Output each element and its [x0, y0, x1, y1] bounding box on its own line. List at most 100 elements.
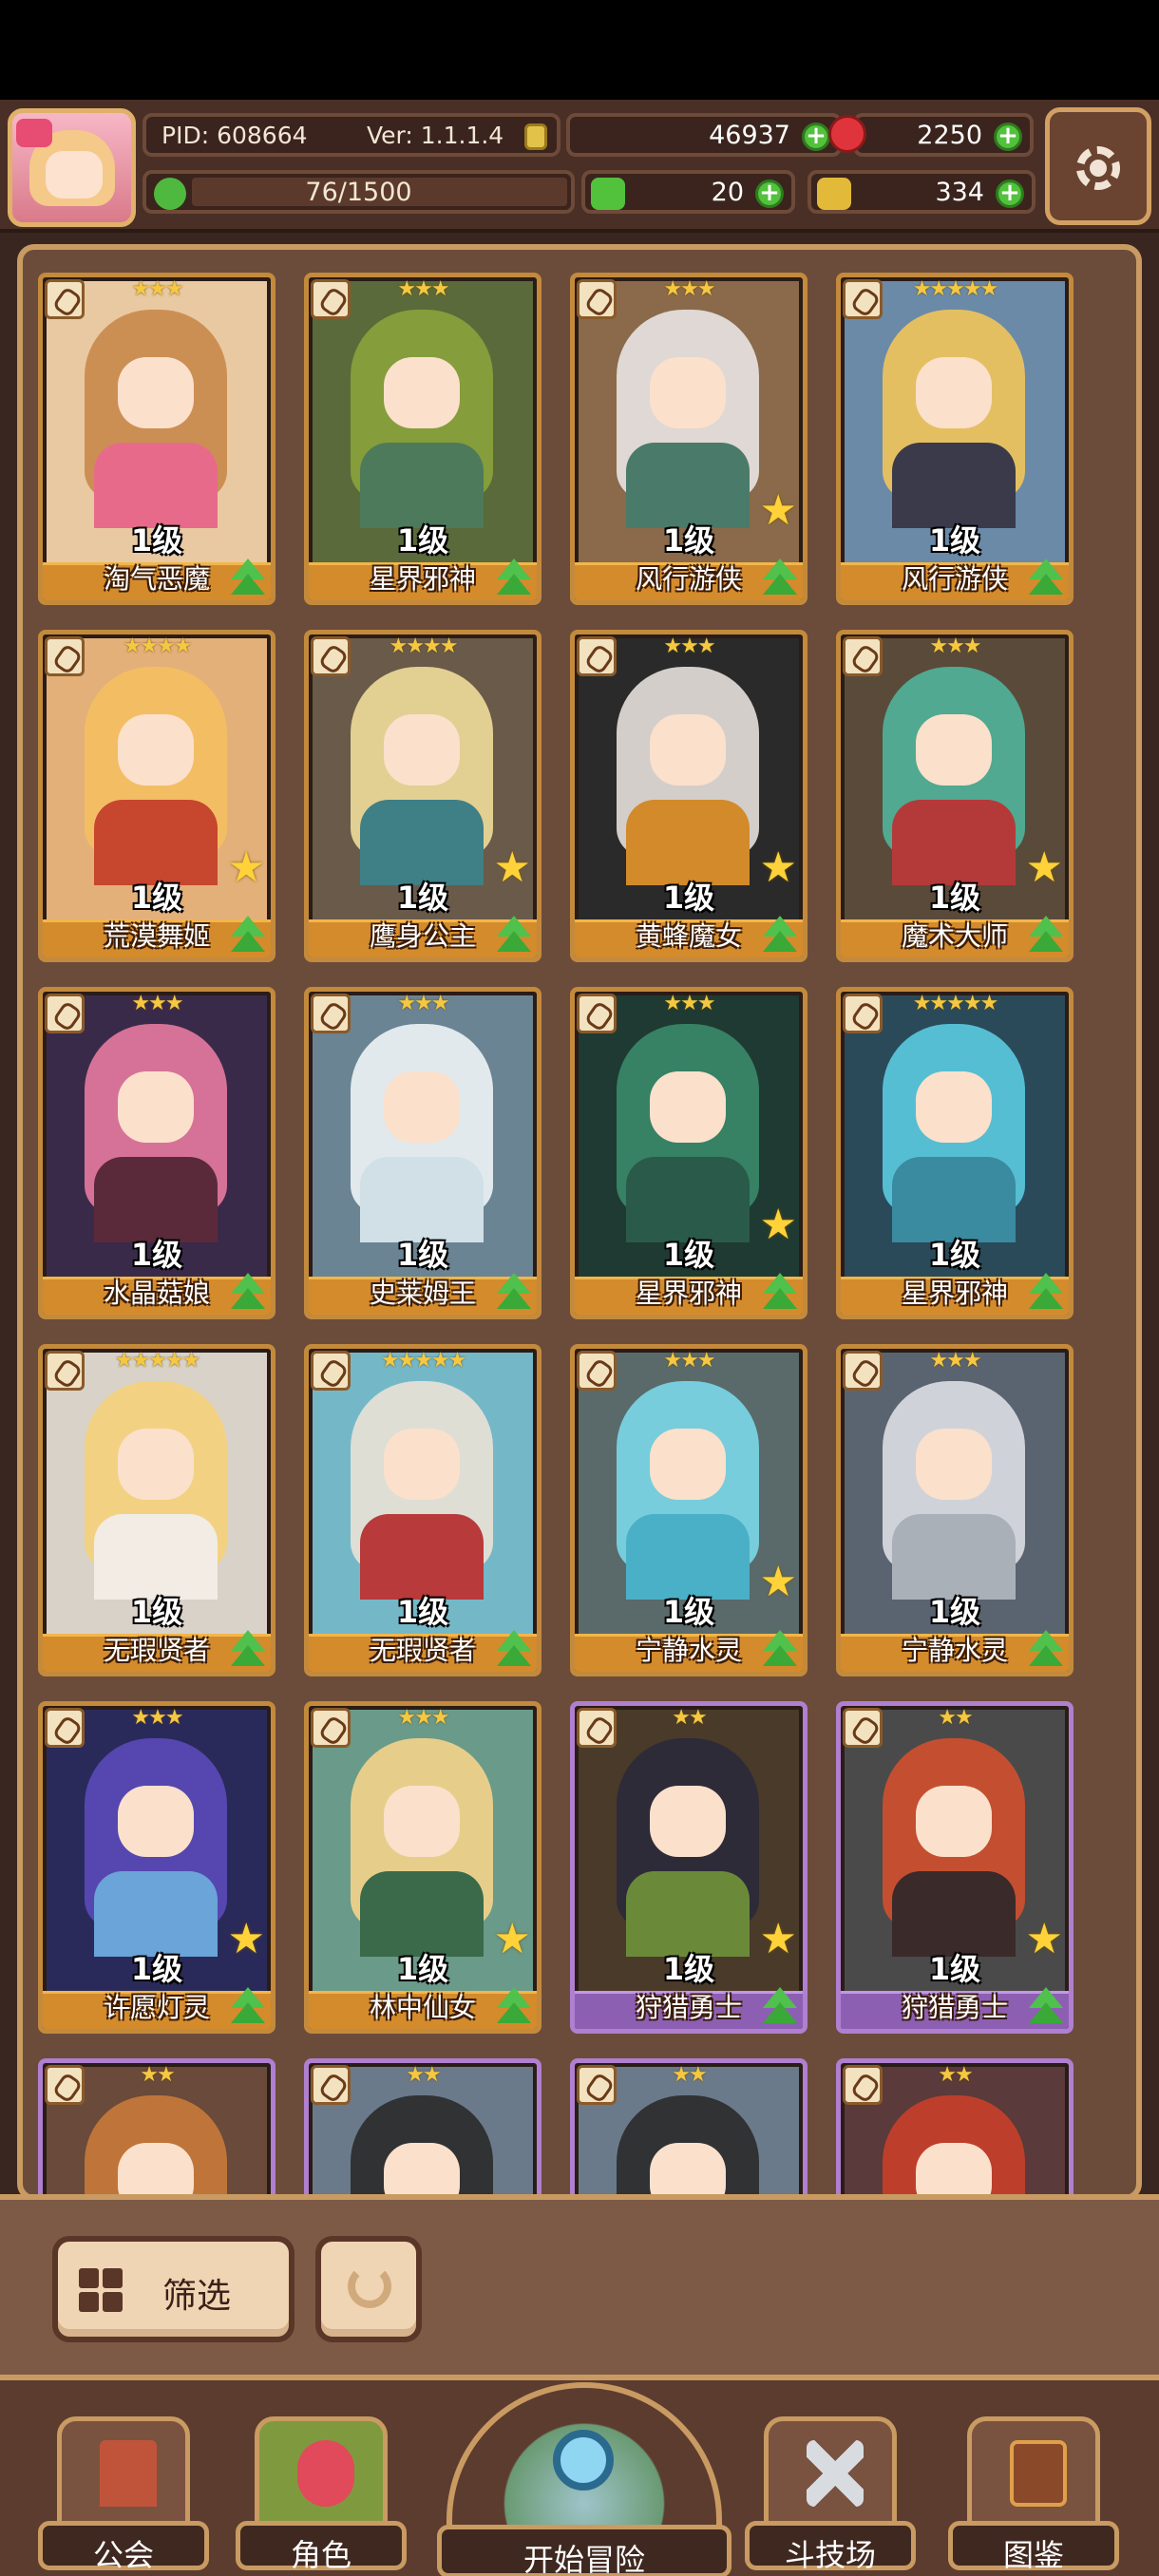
hero-card[interactable]: ★★	[304, 2058, 542, 2195]
level-up-arrow-icon[interactable]	[497, 559, 531, 597]
gem-amount: 2250	[917, 120, 982, 150]
hero-card[interactable]: ★★★★ ★ 1级 荒漠舞姬	[38, 630, 276, 962]
hero-card[interactable]: ★★ ★ 1级 狩猎勇士	[570, 1701, 808, 2034]
hero-card[interactable]: ★★★★ ★ 1级 鹰身公主	[304, 630, 542, 962]
hero-face	[650, 1071, 726, 1143]
add-gems-button[interactable]: +	[994, 123, 1022, 151]
level-up-arrow-icon[interactable]	[497, 1273, 531, 1311]
hero-card[interactable]: ★★★ ★ 1级 许愿灯灵	[38, 1701, 276, 2034]
hero-level: 1级	[396, 1237, 449, 1273]
level-up-arrow-icon[interactable]	[763, 559, 797, 597]
hero-face	[384, 1786, 460, 1857]
level-up-arrow-icon[interactable]	[1029, 1630, 1063, 1668]
hero-card[interactable]: ★★★ 1级 淘气恶魔	[38, 273, 276, 605]
level-up-arrow-icon[interactable]	[231, 1273, 265, 1311]
hero-body	[94, 800, 218, 885]
codex-icon-frame	[967, 2416, 1100, 2530]
add-clover-button[interactable]: +	[755, 180, 784, 208]
hero-card[interactable]: ★★★ ★ 1级 魔术大师	[836, 630, 1074, 962]
hero-card[interactable]: ★★★ ★ 1级 宁静水灵	[570, 1344, 808, 1676]
hero-card[interactable]: ★★	[836, 2058, 1074, 2195]
hero-level: 1级	[928, 1237, 981, 1273]
rarity-stars: ★★★★	[123, 635, 193, 658]
level-up-arrow-icon[interactable]	[497, 1987, 531, 2025]
version-label: Ver: 1.1.1.4	[367, 121, 504, 149]
guild-label: 公会	[92, 2537, 154, 2573]
hero-card[interactable]: ★★★ 1级 水晶菇娘	[38, 987, 276, 1319]
clover-plus-icon	[591, 178, 625, 210]
hero-card[interactable]: ★★★ 1级 史莱姆王	[304, 987, 542, 1319]
pid-label: PID: 608664	[162, 121, 308, 149]
hero-body	[892, 1157, 1016, 1242]
character-icon	[297, 2440, 354, 2507]
hero-card[interactable]: ★★★★★ 1级 星界邪神	[836, 987, 1074, 1319]
rarity-stars: ★★★	[397, 277, 449, 301]
hero-card[interactable]: ★★★ 1级 星界邪神	[304, 273, 542, 605]
hero-face	[650, 714, 726, 786]
adventure-label-box: 开始冒险	[437, 2525, 732, 2576]
hero-face	[650, 1429, 726, 1500]
start-adventure-button[interactable]: 开始冒险	[437, 2382, 732, 2576]
level-up-arrow-icon[interactable]	[1029, 1273, 1063, 1311]
hero-card[interactable]: ★★★ ★ 1级 风行游侠	[570, 273, 808, 605]
level-up-arrow-icon[interactable]	[231, 1630, 265, 1668]
key-counter: 334 +	[808, 170, 1036, 214]
hero-list-area: ★★★ 1级 淘气恶魔 ★★★ 1级 星界邪神 ★★★ ★ 1级 风行游侠 ★★★★★ 1级 风行游侠 ★…	[0, 233, 1159, 2201]
reset-filter-button[interactable]	[315, 2236, 422, 2342]
level-up-arrow-icon[interactable]	[763, 916, 797, 954]
clover-counter: 20 +	[581, 170, 795, 214]
hero-card[interactable]: ★★★ ★ 1级 林中仙女	[304, 1701, 542, 2034]
player-avatar[interactable]	[8, 108, 136, 227]
level-up-arrow-icon[interactable]	[497, 916, 531, 954]
hero-level: 1级	[396, 1951, 449, 1987]
hero-level: 1级	[928, 880, 981, 916]
level-up-arrow-icon[interactable]	[231, 559, 265, 597]
rarity-stars: ★★★★	[389, 635, 459, 658]
level-up-arrow-icon[interactable]	[763, 1630, 797, 1668]
add-keys-button[interactable]: +	[996, 180, 1024, 208]
rarity-stars: ★★★	[663, 1349, 715, 1373]
hero-card[interactable]: ★★	[38, 2058, 276, 2195]
hero-body	[94, 1514, 218, 1600]
hero-body	[360, 1157, 484, 1242]
level-up-arrow-icon[interactable]	[1029, 1987, 1063, 2025]
hero-card[interactable]: ★★★ ★ 1级 黄蜂魔女	[570, 630, 808, 962]
nav-arena[interactable]: 斗技场	[745, 2416, 916, 2573]
hero-level: 1级	[662, 1237, 715, 1273]
clover-amount: 20	[711, 177, 744, 207]
hero-card[interactable]: ★★★ ★ 1级 星界邪神	[570, 987, 808, 1319]
filter-button[interactable]: 筛选	[52, 2236, 294, 2342]
hero-card[interactable]: ★★ ★ 1级 狩猎勇士	[836, 1701, 1074, 2034]
hero-level: 1级	[130, 880, 183, 916]
nav-guild[interactable]: 公会	[38, 2416, 209, 2573]
hero-body	[892, 1514, 1016, 1600]
nav-character[interactable]: 角色	[236, 2416, 407, 2573]
hero-card[interactable]: ★★★★★ 1级 风行游侠	[836, 273, 1074, 605]
refresh-icon	[348, 2264, 391, 2308]
nav-codex[interactable]: 图鉴	[948, 2416, 1119, 2573]
coin-badge-icon	[524, 123, 547, 150]
level-up-arrow-icon[interactable]	[497, 1630, 531, 1668]
avatar-bow-icon	[16, 119, 52, 147]
level-up-arrow-icon[interactable]	[763, 1273, 797, 1311]
rarity-stars: ★★★	[131, 277, 183, 301]
hero-body	[626, 1514, 750, 1600]
hero-card[interactable]: ★★	[570, 2058, 808, 2195]
add-gold-button[interactable]: +	[802, 123, 830, 151]
level-up-arrow-icon[interactable]	[1029, 559, 1063, 597]
filter-label: 筛选	[162, 2277, 232, 2316]
bottom-nav: 公会 角色 开始冒险 斗技场 图鉴	[0, 2375, 1159, 2576]
level-up-arrow-icon[interactable]	[231, 1987, 265, 2025]
level-up-arrow-icon[interactable]	[231, 916, 265, 954]
hero-card[interactable]: ★★★ 1级 宁静水灵	[836, 1344, 1074, 1676]
level-up-arrow-icon[interactable]	[1029, 916, 1063, 954]
guild-label-box: 公会	[38, 2521, 209, 2573]
hero-body	[94, 1157, 218, 1242]
level-up-arrow-icon[interactable]	[763, 1987, 797, 2025]
rarity-stars: ★★★	[663, 277, 715, 301]
hero-card[interactable]: ★★★★★ 1级 无瑕贤者	[304, 1344, 542, 1676]
hero-card[interactable]: ★★★★★ 1级 无瑕贤者	[38, 1344, 276, 1676]
hero-grid[interactable]: ★★★ 1级 淘气恶魔 ★★★ 1级 星界邪神 ★★★ ★ 1级 风行游侠 ★★★★★ 1级 风行游侠 ★…	[17, 244, 1142, 2201]
settings-button[interactable]	[1045, 107, 1151, 225]
book-icon	[1010, 2440, 1067, 2507]
